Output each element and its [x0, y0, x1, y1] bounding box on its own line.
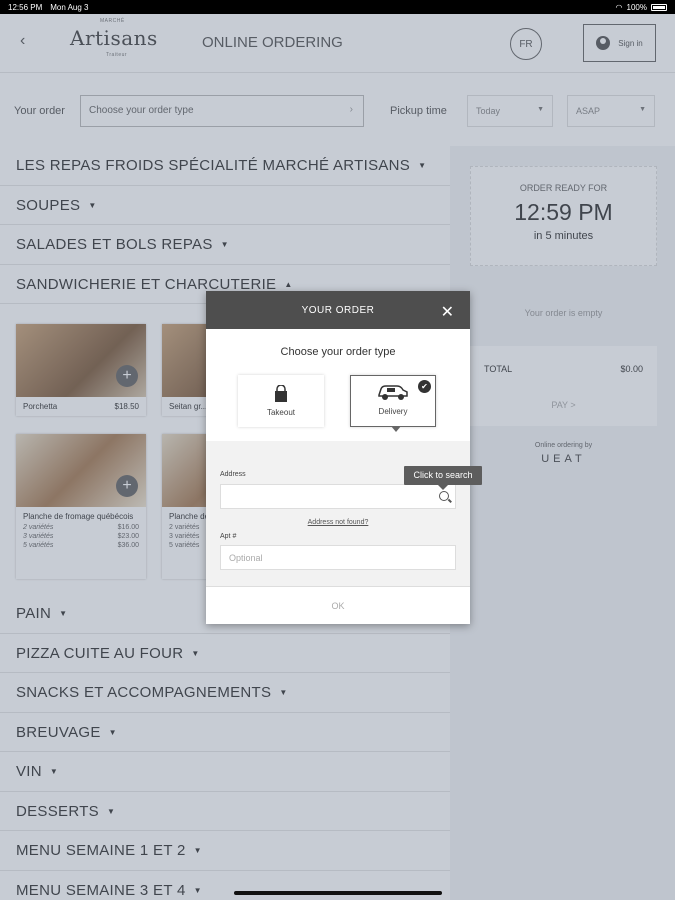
search-icon[interactable]: [439, 491, 449, 501]
battery-icon: [651, 3, 667, 11]
modal-title: YOUR ORDER: [206, 291, 470, 329]
status-time: 12:56 PM: [8, 2, 43, 12]
shopping-bag-icon: [275, 385, 287, 402]
modal-subtitle: Choose your order type: [280, 346, 396, 358]
checkmark-icon: ✔: [418, 380, 431, 393]
address-label: Address: [220, 471, 246, 478]
delivery-label: Delivery: [378, 407, 408, 416]
close-icon[interactable]: ✕: [441, 302, 454, 322]
wifi-icon: ◠: [615, 2, 623, 12]
address-input[interactable]: [220, 484, 456, 509]
takeout-label: Takeout: [266, 408, 296, 417]
battery-percent: 100%: [626, 2, 647, 12]
home-indicator: [234, 891, 442, 895]
ok-button[interactable]: OK: [206, 586, 470, 624]
car-icon: [378, 385, 408, 400]
delivery-option[interactable]: ✔ Delivery: [350, 375, 436, 432]
status-date: Mon Aug 3: [50, 2, 89, 12]
takeout-option[interactable]: Takeout: [238, 375, 324, 427]
order-type-modal: YOUR ORDER ✕ Choose your order type Take…: [206, 291, 470, 624]
address-not-found-link[interactable]: Address not found?: [206, 519, 470, 526]
search-tooltip: Click to search: [404, 466, 482, 490]
delivery-form: Address Address not found? Apt # Optiona…: [206, 441, 470, 586]
apt-label: Apt #: [220, 533, 237, 540]
status-bar: 12:56 PM Mon Aug 3 ◠ 100%: [0, 0, 675, 14]
apt-input[interactable]: Optional: [220, 545, 456, 570]
